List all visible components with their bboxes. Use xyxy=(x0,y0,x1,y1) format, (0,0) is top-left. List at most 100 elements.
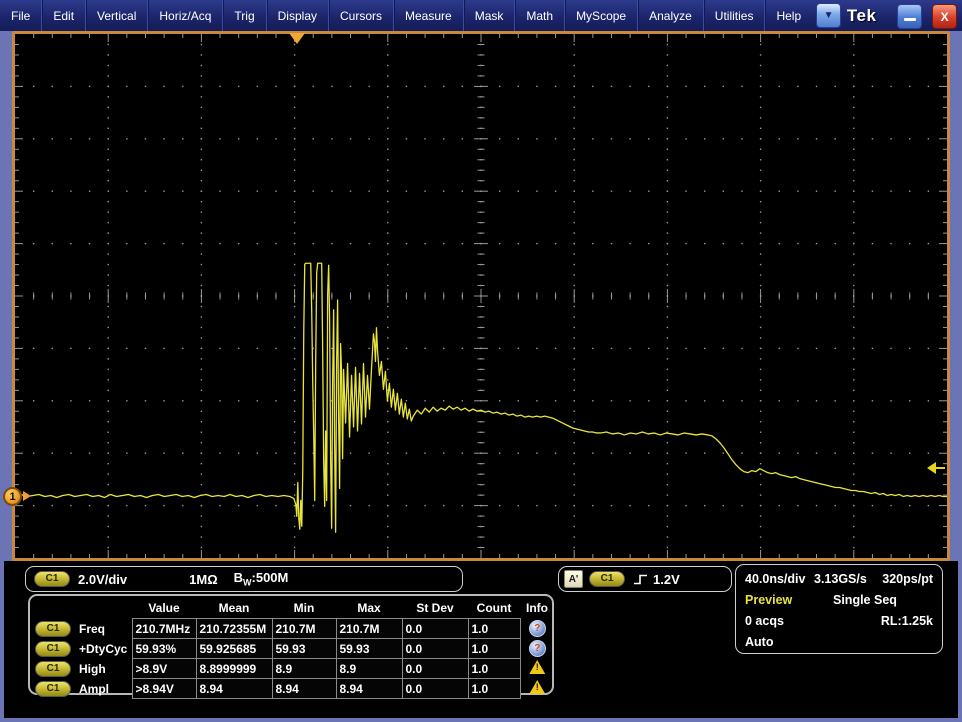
header-max: Max xyxy=(336,597,402,619)
high-stdev: 0.0 xyxy=(402,659,468,679)
header-min: Min xyxy=(272,597,336,619)
horizontal-acquisition-readout[interactable]: 40.0ns/div 3.13GS/s 320ps/pt Preview Sin… xyxy=(735,564,943,654)
measurement-row-freq: C1 Freq 210.7MHz 210.72355M 210.7M 210.7M… xyxy=(32,619,554,639)
termination-readout: 1MΩ BW:500M xyxy=(189,570,288,588)
record-length-readout: RL:1.25k xyxy=(881,614,933,628)
acq-mode-readout: Single Seq xyxy=(833,593,897,607)
ampl-value: >8.94V xyxy=(132,679,196,699)
acq-mode-line: Preview Single Seq xyxy=(745,593,933,609)
trigger-mode-readout: Auto xyxy=(745,635,773,649)
dtycyc-value: 59.93% xyxy=(132,639,196,659)
header-empty xyxy=(32,597,132,619)
menu-vertical-label: Vertical xyxy=(97,9,136,23)
menu-horiz-acq[interactable]: Horiz/Acq xyxy=(148,0,223,31)
freq-min: 210.7M xyxy=(272,619,336,639)
trigger-source-badge[interactable]: C1 xyxy=(589,571,625,587)
menu-mask-label: Mask xyxy=(475,9,504,23)
dtycyc-max: 59.93 xyxy=(336,639,402,659)
high-mean: 8.8999999 xyxy=(196,659,272,679)
menu-utilities-label: Utilities xyxy=(715,9,754,23)
preview-status: Preview xyxy=(745,593,792,607)
minimize-icon xyxy=(904,18,916,21)
menu-analyze[interactable]: Analyze xyxy=(638,0,704,31)
menu-help[interactable]: Help xyxy=(765,0,812,31)
header-info: Info xyxy=(520,597,554,619)
close-icon: X xyxy=(941,10,949,24)
high-min: 8.9 xyxy=(272,659,336,679)
measurement-name: +DtyCyc xyxy=(79,642,127,656)
channel1-badge[interactable]: C1 xyxy=(35,641,71,657)
sample-rate-readout: 3.13GS/s xyxy=(814,572,867,586)
timebase-line: 40.0ns/div 3.13GS/s 320ps/pt xyxy=(745,572,933,588)
menu-utilities[interactable]: Utilities xyxy=(704,0,766,31)
freq-count: 1.0 xyxy=(468,619,520,639)
freq-value: 210.7MHz xyxy=(132,619,196,639)
menu-trig[interactable]: Trig xyxy=(223,0,266,31)
ampl-mean: 8.94 xyxy=(196,679,272,699)
warning-info-icon[interactable]: ! xyxy=(529,660,545,674)
channel1-reference-marker[interactable]: 1 xyxy=(3,487,22,506)
measurement-row-high: C1High >8.9V 8.8999999 8.9 8.9 0.0 1.0 ! xyxy=(32,659,554,679)
menu-edit[interactable]: Edit xyxy=(42,0,86,31)
measurement-row-dtycyc: C1+DtyCyc 59.93% 59.925685 59.93 59.93 0… xyxy=(32,639,554,659)
menu-dropdown-button[interactable]: ▼ xyxy=(816,3,841,28)
question-info-icon[interactable]: ? xyxy=(529,620,546,637)
channel1-badge[interactable]: C1 xyxy=(35,661,71,677)
waveform-display[interactable]: 1 xyxy=(12,31,950,561)
menu-math[interactable]: Math xyxy=(515,0,565,31)
menu-cursors[interactable]: Cursors xyxy=(329,0,394,31)
menu-horiz-acq-label: Horiz/Acq xyxy=(159,9,211,23)
menu-trig-label: Trig xyxy=(234,9,254,23)
trigger-readout[interactable]: A' C1 1.2V xyxy=(558,566,732,592)
freq-max: 210.7M xyxy=(336,619,402,639)
menu-edit-label: Edit xyxy=(53,9,74,23)
acquisitions-readout: 0 acqs xyxy=(745,614,784,628)
question-info-icon[interactable]: ? xyxy=(529,640,546,657)
channel1-readout[interactable]: C1 2.0V/div 1MΩ BW:500M xyxy=(25,566,463,592)
menu-myscope[interactable]: MyScope xyxy=(565,0,638,31)
dtycyc-stdev: 0.0 xyxy=(402,639,468,659)
impedance-value: 1MΩ xyxy=(189,572,217,587)
minimize-button[interactable] xyxy=(897,4,922,29)
menu-help-label: Help xyxy=(776,9,801,23)
menu-file-label: File xyxy=(11,9,30,23)
high-value: >8.9V xyxy=(132,659,196,679)
dtycyc-min: 59.93 xyxy=(272,639,336,659)
measurement-name: Freq xyxy=(79,622,105,636)
trigger-a-badge[interactable]: A' xyxy=(564,570,583,588)
channel1-badge[interactable]: C1 xyxy=(35,621,71,637)
measurement-row-ampl: C1Ampl >8.94V 8.94 8.94 8.94 0.0 1.0 ! xyxy=(32,679,554,699)
menu-vertical[interactable]: Vertical xyxy=(86,0,148,31)
acq-count-line: 0 acqs RL:1.25k xyxy=(745,614,933,630)
close-button[interactable]: X xyxy=(932,4,957,29)
header-count: Count xyxy=(468,597,520,619)
channel1-badge[interactable]: C1 xyxy=(35,681,71,697)
menu-measure[interactable]: Measure xyxy=(394,0,464,31)
freq-mean: 210.72355M xyxy=(196,619,272,639)
chevron-down-icon: ▼ xyxy=(824,10,834,21)
dtycyc-count: 1.0 xyxy=(468,639,520,659)
oscilloscope-app: { "window": { "brand": "Tek" }, "menu": … xyxy=(0,0,962,722)
trigger-position-marker[interactable] xyxy=(289,33,305,44)
resolution-readout: 320ps/pt xyxy=(882,572,933,586)
timebase-readout: 40.0ns/div xyxy=(745,572,805,586)
channel1-badge[interactable]: C1 xyxy=(34,571,70,587)
menu-file[interactable]: File xyxy=(0,0,42,31)
header-mean: Mean xyxy=(196,597,272,619)
menu-cursors-label: Cursors xyxy=(340,9,382,23)
trigger-level-marker[interactable] xyxy=(927,462,945,474)
menu-display[interactable]: Display xyxy=(267,0,329,31)
tek-logo: Tek xyxy=(847,0,877,31)
rising-edge-icon xyxy=(633,572,648,587)
measurement-name: Ampl xyxy=(79,682,109,696)
menu-mask[interactable]: Mask xyxy=(464,0,516,31)
menu-bar: File Edit Vertical Horiz/Acq Trig Displa… xyxy=(0,0,962,31)
ampl-stdev: 0.0 xyxy=(402,679,468,699)
channel1-marker-arrow-icon xyxy=(23,491,31,501)
measurement-table: Value Mean Min Max St Dev Count Info C1F… xyxy=(28,594,554,695)
channel1-trace xyxy=(15,263,947,532)
readout-panel: C1 2.0V/div 1MΩ BW:500M A' C1 1.2V 40.0n… xyxy=(4,561,958,718)
warning-info-icon[interactable]: ! xyxy=(529,680,545,694)
menu-math-label: Math xyxy=(526,9,553,23)
vertical-scale-readout: 2.0V/div xyxy=(78,572,127,587)
